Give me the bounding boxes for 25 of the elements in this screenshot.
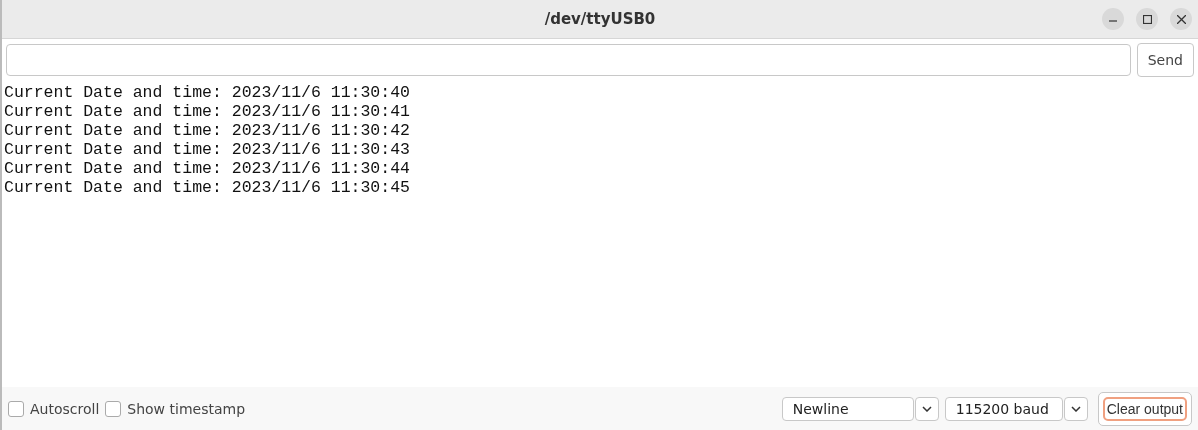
checkbox[interactable]: [105, 400, 122, 417]
line-ending-select[interactable]: Newline: [781, 396, 914, 421]
output-line: Current Date and time: 2023/11/6 11:30:44: [4, 159, 411, 178]
baud-rate-select[interactable]: 115200 baud: [944, 396, 1063, 421]
checkbox-label: Autoscroll: [30, 400, 100, 417]
output-line: Current Date and time: 2023/11/6 11:30:41: [4, 102, 411, 121]
chevron-down-icon: [1070, 405, 1081, 412]
dropdown-button[interactable]: [1063, 396, 1088, 421]
output-line: Current Date and time: 2023/11/6 11:30:42: [4, 121, 411, 140]
dropdown-button[interactable]: [914, 396, 939, 421]
output-line: Current Date and time: 2023/11/6 11:30:40: [4, 83, 411, 102]
close-button[interactable]: [1170, 8, 1192, 30]
checkbox[interactable]: [8, 400, 24, 417]
message-input[interactable]: [6, 44, 1131, 76]
chevron-down-icon: [921, 405, 932, 412]
maximize-button[interactable]: [1136, 8, 1158, 30]
minimize-button[interactable]: [1102, 8, 1124, 30]
maximize-icon: [1142, 14, 1152, 24]
window-title: /dev/ttyUSB0: [544, 10, 656, 28]
output-line: Current Date and time: 2023/11/6 11:30:45: [4, 178, 411, 197]
checkbox-label: Show timestamp: [127, 400, 246, 417]
send-button[interactable]: Send: [1136, 43, 1194, 77]
output-line: Current Date and time: 2023/11/6 11:30:43: [4, 140, 411, 159]
clear-output-button[interactable]: Clear output: [1097, 391, 1192, 426]
close-icon: [1176, 14, 1186, 24]
